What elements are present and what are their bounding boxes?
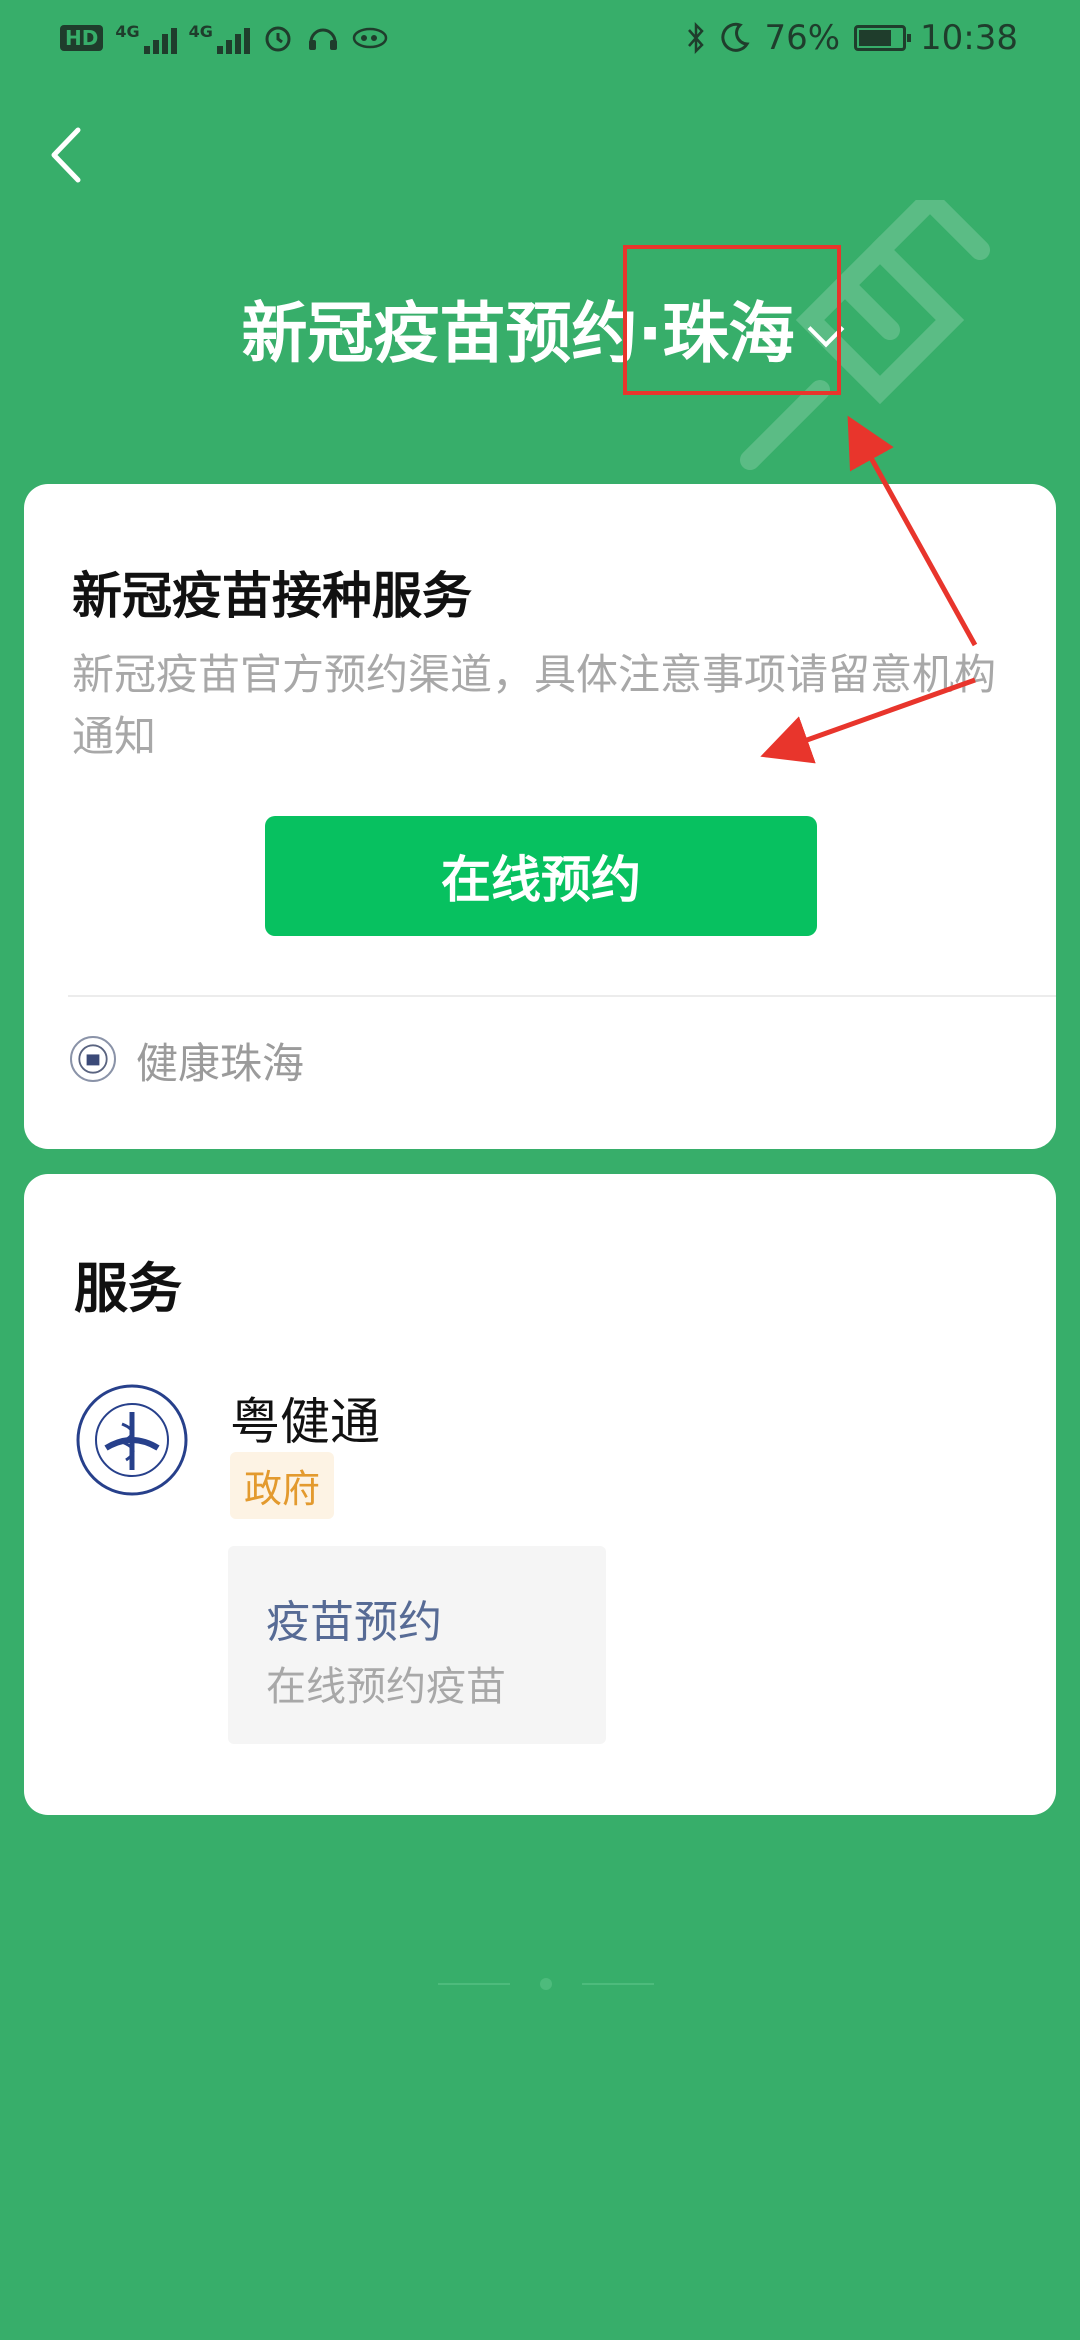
hd-indicator: HD (60, 25, 104, 51)
card-description: 新冠疫苗官方预约渠道，具体注意事项请留意机构通知 (72, 650, 997, 761)
pager-dot (540, 1978, 552, 1990)
vpn-icon (352, 27, 388, 49)
alarm-icon (265, 26, 291, 52)
source-name: 健康珠海 (136, 1039, 305, 1088)
annotation-box-city (623, 245, 841, 395)
divider (68, 995, 1056, 997)
government-badge: 政府 (230, 1452, 335, 1519)
services-card: 服务 粤健通 政府 疫苗预约 在线预约疫苗 (24, 1174, 1056, 1815)
network-type-1: 4G (115, 22, 140, 41)
status-bar: HD 4G 4G 76% 10:38 (0, 0, 1080, 80)
chevron-left-icon (51, 127, 81, 183)
status-right: 76% 10:38 (686, 18, 1018, 58)
bluetooth-icon (688, 21, 705, 55)
page-indicator (438, 1978, 654, 1990)
service-subtitle: 在线预约疫苗 (266, 1664, 506, 1710)
signal-icon-2 (216, 22, 250, 54)
network-type-2: 4G (188, 22, 213, 41)
service-title: 疫苗预约 (266, 1597, 442, 1648)
page-title-text: 新冠疫苗预约 (241, 295, 638, 372)
signal-icon (143, 22, 177, 54)
moon-icon (721, 22, 751, 52)
pager-line-right (582, 1983, 654, 1985)
vaccine-booking-service[interactable]: 疫苗预约 在线预约疫苗 (228, 1546, 606, 1744)
health-zhuhai-logo (70, 1036, 116, 1082)
services-title: 服务 (74, 1257, 182, 1320)
battery-percent: 76% (764, 18, 841, 58)
battery-icon (854, 25, 912, 51)
clock: 10:38 (920, 18, 1018, 58)
battery-level (859, 30, 892, 46)
pager-line-left (438, 1983, 510, 1985)
page-title: 新冠疫苗预约·珠海 (0, 280, 1080, 376)
book-online-button[interactable]: 在线预约 (265, 816, 817, 936)
headset-icon (308, 28, 337, 50)
back-button[interactable] (44, 120, 94, 190)
provider-name[interactable]: 粤健通 (230, 1382, 380, 1454)
yuejiantong-logo[interactable] (76, 1384, 188, 1496)
card-title: 新冠疫苗接种服务 (72, 567, 472, 625)
status-left: HD 4G 4G (60, 22, 388, 54)
vaccine-service-card: 新冠疫苗接种服务 新冠疫苗官方预约渠道，具体注意事项请留意机构通知 在线预约 健… (24, 484, 1056, 1149)
